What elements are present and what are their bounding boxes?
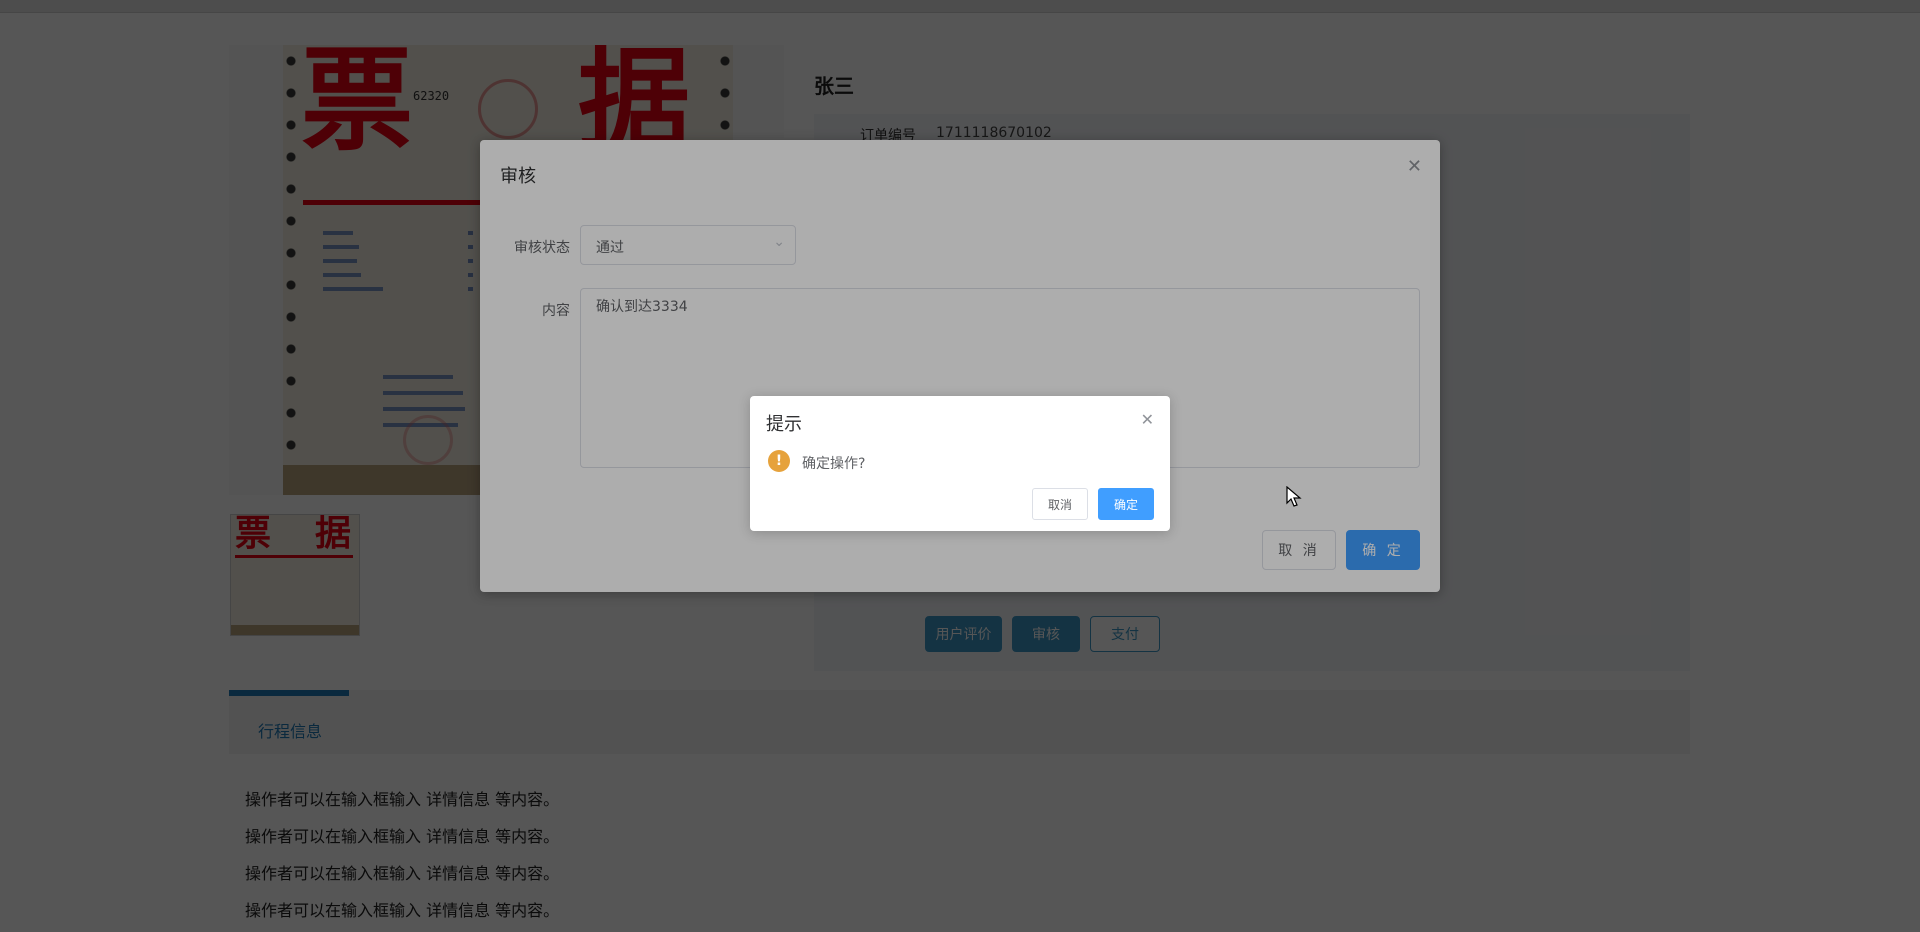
- confirm-ok-button[interactable]: 确定: [1098, 488, 1154, 520]
- confirm-title: 提示: [766, 414, 802, 435]
- warning-icon: !: [768, 450, 790, 472]
- confirm-message-box: 提示 ✕ ! 确定操作? 取消 确定: [750, 396, 1170, 531]
- confirm-cancel-button[interactable]: 取消: [1032, 488, 1088, 520]
- confirm-message: 确定操作?: [802, 456, 866, 472]
- mouse-cursor-icon: [1286, 486, 1302, 507]
- close-icon[interactable]: ✕: [1141, 410, 1154, 429]
